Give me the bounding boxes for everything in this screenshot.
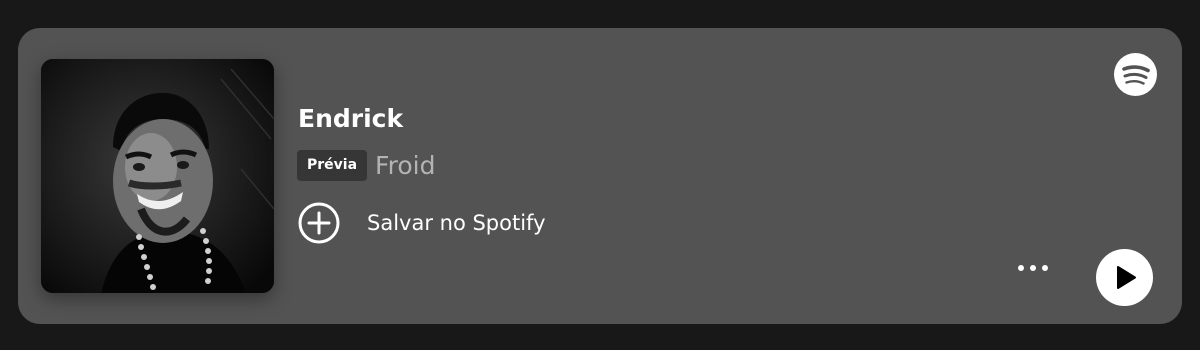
album-cover [41, 59, 274, 293]
more-dots-icon [1018, 265, 1024, 271]
add-circle-icon[interactable] [298, 202, 340, 244]
play-button[interactable] [1096, 249, 1153, 306]
track-title[interactable]: Endrick [298, 104, 403, 134]
save-label[interactable]: Salvar no Spotify [367, 202, 546, 244]
spotify-embed-card: Endrick Prévia Froid Salvar no Spotify [18, 28, 1182, 324]
preview-badge: Prévia [297, 150, 368, 181]
save-to-spotify-button[interactable]: Salvar no Spotify [298, 202, 546, 244]
track-meta: Prévia Froid [297, 150, 435, 181]
more-options-button[interactable] [1011, 253, 1061, 283]
artist-name[interactable]: Froid [375, 150, 435, 181]
spotify-icon[interactable] [1114, 53, 1157, 96]
